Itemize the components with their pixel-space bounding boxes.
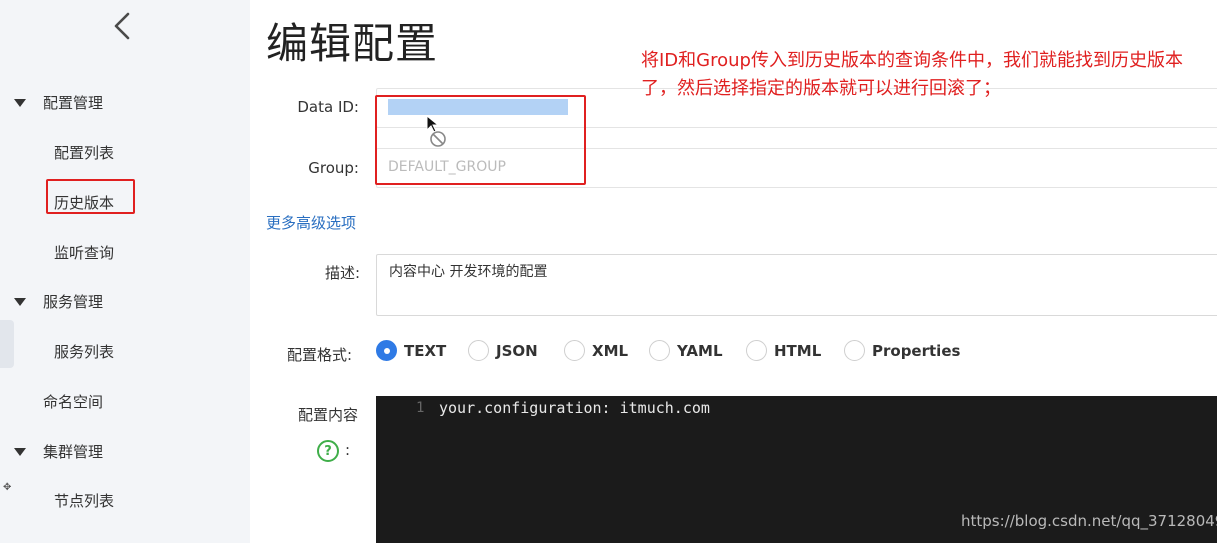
highlight-box-history: [46, 179, 135, 214]
sidebar-item-namespace[interactable]: 命名空间: [43, 391, 103, 412]
radio-empty-icon: [468, 340, 489, 361]
format-label: 配置格式:: [286, 346, 352, 364]
move-cursor-icon: ✥: [3, 482, 12, 493]
caret-down-icon: [14, 447, 26, 456]
sidebar-edge-handle[interactable]: [0, 320, 14, 368]
not-allowed-cursor-icon: [425, 114, 451, 150]
caret-down-icon: [14, 98, 26, 107]
chevron-left-icon: [114, 12, 130, 40]
content-label: 配置内容: [297, 406, 358, 424]
sidebar-group-label: 集群管理: [43, 443, 104, 461]
sidebar-group-cluster-management[interactable]: 集群管理: [14, 441, 103, 462]
sidebar-item-listener-query[interactable]: 监听查询: [54, 242, 114, 263]
line-number: 1: [416, 400, 425, 416]
highlight-box-id-group: [375, 95, 586, 185]
page-title: 编辑配置: [266, 19, 439, 68]
radio-html[interactable]: HTML: [746, 340, 821, 361]
radio-json[interactable]: JSON: [468, 340, 538, 361]
radio-text[interactable]: TEXT: [376, 340, 446, 361]
radio-empty-icon: [844, 340, 865, 361]
watermark: https://blog.csdn.net/qq_37128049: [961, 512, 1217, 530]
sidebar: 配置管理 配置列表 历史版本 监听查询 服务管理 服务列表 命名空间 集群管理 …: [0, 0, 250, 543]
help-icon[interactable]: ?: [317, 440, 339, 462]
group-label: Group:: [308, 159, 359, 177]
collapse-sidebar-button[interactable]: [108, 8, 136, 44]
red-annotation-text: 将ID和Group传入到历史版本的查询条件中，我们就能找到历史版本了，然后选择指…: [641, 50, 1183, 99]
help-colon: :: [345, 441, 351, 459]
sidebar-group-label: 服务管理: [43, 293, 104, 311]
sidebar-group-label: 配置管理: [43, 94, 104, 112]
code-line: your.configuration: itmuch.com: [439, 399, 710, 417]
description-textarea[interactable]: 内容中心 开发环境的配置: [376, 254, 1217, 316]
sidebar-item-service-list[interactable]: 服务列表: [54, 341, 114, 362]
sidebar-group-config-management[interactable]: 配置管理: [14, 92, 103, 113]
description-label: 描述:: [324, 264, 360, 282]
radio-empty-icon: [564, 340, 585, 361]
radio-empty-icon: [746, 340, 767, 361]
radio-selected-icon: [376, 340, 397, 361]
sidebar-group-service-management[interactable]: 服务管理: [14, 291, 103, 312]
sidebar-item-node-list[interactable]: 节点列表: [54, 490, 114, 511]
data-id-label: Data ID:: [297, 98, 359, 116]
radio-xml[interactable]: XML: [564, 340, 628, 361]
advanced-options-link[interactable]: 更多高级选项: [266, 212, 356, 233]
radio-yaml[interactable]: YAML: [649, 340, 723, 361]
radio-empty-icon: [649, 340, 670, 361]
sidebar-item-config-list[interactable]: 配置列表: [54, 142, 114, 163]
radio-properties[interactable]: Properties: [844, 340, 960, 361]
caret-down-icon: [14, 297, 26, 306]
